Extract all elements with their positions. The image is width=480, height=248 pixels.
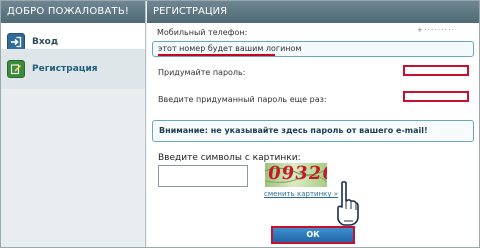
- login-arrow-icon: [7, 32, 25, 51]
- email-warning-box: Внимание: не указывайте здесь пароль от …: [152, 120, 474, 142]
- left-panel: ДОБРО ПОЖАЛОВАТЬ! Вход Регистрация: [1, 1, 146, 247]
- phone-hint-box: этот номер будет вашим логином: [152, 41, 474, 57]
- ok-submit-button[interactable]: ОК: [271, 226, 355, 244]
- password-label: Придумайте пароль:: [158, 68, 246, 77]
- edit-form-icon: [7, 60, 25, 78]
- email-warning-text: Внимание: не указывайте здесь пароль от …: [159, 126, 428, 135]
- nav-item-registration-label: Регистрация: [32, 64, 98, 74]
- password-repeat-field[interactable]: [403, 91, 469, 102]
- phone-field[interactable]: + · · · · · · · · ·: [417, 26, 475, 36]
- registration-title: РЕГИСТРАЦИЯ: [147, 1, 479, 23]
- phone-label: Мобильный телефон:: [157, 28, 248, 37]
- pointing-hand-icon: [337, 181, 359, 226]
- captcha-label: Введите символы с картинки:: [158, 153, 301, 163]
- captcha-input[interactable]: [158, 165, 248, 187]
- captcha-image: 09326: [265, 163, 327, 187]
- nav-item-registration[interactable]: Регистрация: [1, 49, 145, 89]
- password-repeat-label: Введите придуманный пароль еще раз:: [158, 95, 327, 104]
- password-field[interactable]: [403, 65, 469, 76]
- captcha-code: 09326: [266, 163, 327, 184]
- phone-hint-text: этот номер будет вашим логином: [158, 44, 302, 53]
- registration-window: ДОБРО ПОЖАЛОВАТЬ! Вход Регистрация РЕГИС…: [0, 0, 480, 248]
- registration-panel: РЕГИСТРАЦИЯ Мобильный телефон: + · · · ·…: [147, 1, 479, 247]
- hint-red-underline: [158, 54, 275, 56]
- captcha-refresh-link[interactable]: сменить картинку »: [264, 190, 338, 198]
- left-panel-title: ДОБРО ПОЖАЛОВАТЬ!: [1, 1, 145, 23]
- nav-item-login-label: Вход: [32, 36, 59, 47]
